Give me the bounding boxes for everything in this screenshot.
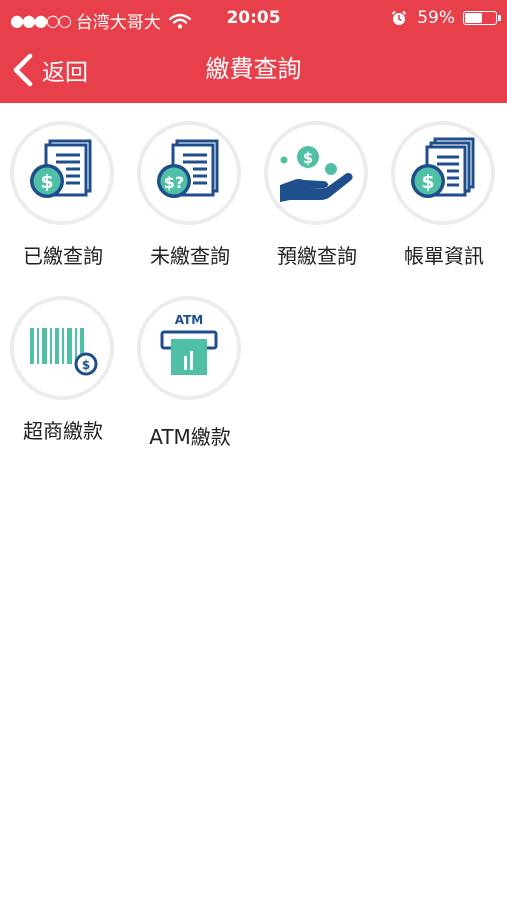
tile-icon-circle: $? <box>137 121 241 225</box>
tile-icon-circle: $ <box>264 121 368 225</box>
svg-text:$: $ <box>303 149 313 167</box>
tile-icon-circle: $ <box>10 296 114 400</box>
tile-paid-query[interactable]: $ 已繳查詢 <box>0 103 126 278</box>
battery-fill <box>465 13 482 23</box>
tile-label: 已繳查詢 <box>23 244 103 268</box>
alarm-icon <box>391 10 407 25</box>
back-label: 返回 <box>42 59 88 86</box>
paid-bill-icon: $ <box>30 139 92 198</box>
battery-percent: 59% <box>417 8 455 28</box>
tile-label: 超商繳款 <box>23 419 103 443</box>
svg-text:ATM: ATM <box>175 313 203 327</box>
tile-prepay-query[interactable]: $ 預繳查詢 <box>254 103 380 278</box>
tile-unpaid-query[interactable]: $? 未繳查詢 <box>127 103 253 278</box>
tile-bill-info[interactable]: $ 帳單資訊 <box>381 103 507 278</box>
tile-label: 未繳查詢 <box>150 244 230 268</box>
nav-bar: 返回 繳費查詢 <box>0 36 507 103</box>
tile-icon-circle: $ <box>391 121 495 225</box>
barcode-icon: $ <box>30 328 98 376</box>
atm-icon: ATM <box>160 313 218 375</box>
tile-label: 帳單資訊 <box>404 244 484 268</box>
battery-icon <box>463 11 501 25</box>
tile-store-payment[interactable]: $ 超商繳款 <box>0 278 126 453</box>
tile-label: ATM繳款 <box>149 425 231 449</box>
svg-text:$?: $? <box>164 173 184 192</box>
tile-icon-circle: $ <box>10 121 114 225</box>
header: ●●●○○ 台湾大哥大 20:05 59% 返回 繳費查詢 <box>0 0 507 103</box>
svg-text:$: $ <box>40 171 53 193</box>
svg-text:$: $ <box>82 358 90 372</box>
tile-label: 預繳查詢 <box>277 244 357 268</box>
chevron-left-icon <box>13 53 33 86</box>
unpaid-bill-icon: $? <box>157 139 219 198</box>
svg-text:$: $ <box>421 171 434 193</box>
tile-icon-circle: ATM <box>137 296 241 400</box>
battery-tip <box>498 15 501 21</box>
status-bar: ●●●○○ 台湾大哥大 20:05 59% <box>0 0 507 36</box>
back-button[interactable]: 返回 <box>10 36 88 103</box>
status-right: 59% <box>391 8 501 28</box>
bill-info-icon: $ <box>411 137 475 198</box>
prepay-hand-icon: $ <box>280 146 353 202</box>
tile-atm-payment[interactable]: ATM ATM繳款 <box>127 278 253 453</box>
